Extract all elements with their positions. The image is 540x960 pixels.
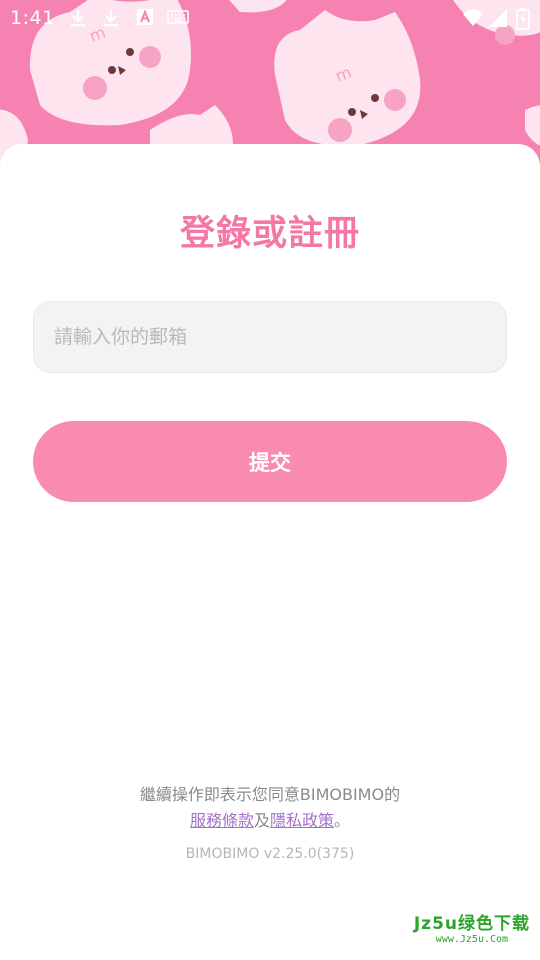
signal-icon: [488, 8, 508, 32]
watermark: Jz5u绿色下载 www.Jz5u.Com: [414, 916, 530, 945]
download-icon: [101, 8, 121, 32]
terms-of-service-link[interactable]: 服務條款: [190, 811, 254, 830]
text-a-icon: [136, 8, 154, 30]
status-time: 1:41: [10, 7, 55, 29]
battery-charging-icon: [516, 8, 530, 34]
app-version: BIMOBIMO v2.25.0(375): [185, 846, 355, 862]
wifi-icon: [462, 8, 484, 32]
watermark-main: Jz5u绿色下载: [413, 914, 530, 934]
page-title: 登錄或註冊: [179, 214, 360, 254]
agreement-links: 服務條款及隱私政策。: [0, 808, 540, 834]
privacy-policy-link[interactable]: 隱私政策: [270, 811, 334, 830]
agreement-conjunction: 及: [253, 811, 270, 830]
watermark-url: www.Jz5u.Com: [435, 934, 509, 945]
submit-button[interactable]: 提交: [33, 421, 507, 502]
agreement-prefix: 繼續操作即表示您同意BIMOBIMO的: [139, 785, 401, 804]
agreement-period: 。: [334, 811, 351, 830]
agreement-text: 繼續操作即表示您同意BIMOBIMO的 服務條款及隱私政策。: [0, 782, 540, 834]
login-screen: m m 1:41 登錄或註冊 請輸入你的郵箱 提交 繼續操作即表示您同意BIMO…: [0, 0, 540, 960]
status-bar: 1:41: [0, 0, 540, 36]
keyboard-icon: [167, 8, 189, 30]
email-field[interactable]: [33, 301, 507, 373]
login-sheet: [0, 144, 540, 960]
download-icon: [68, 8, 88, 32]
